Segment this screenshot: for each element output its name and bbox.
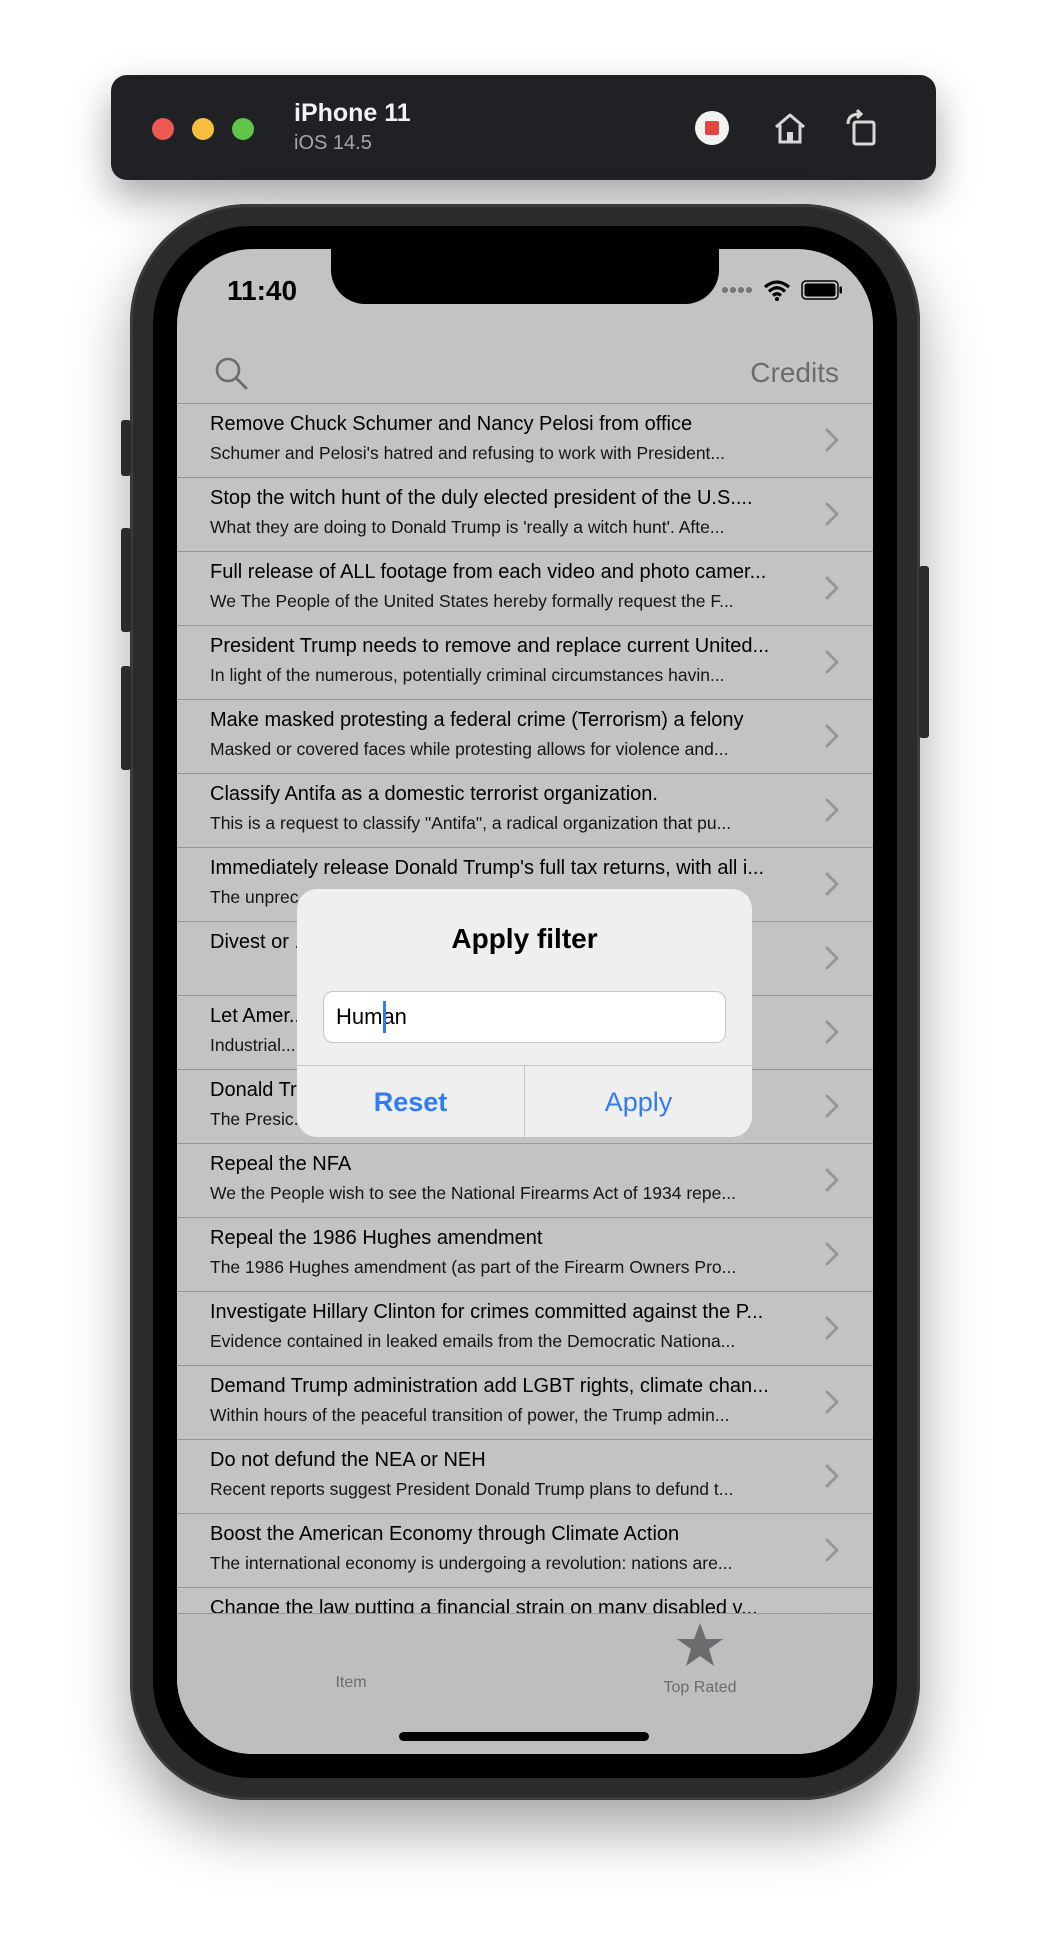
device-screen: 11:40 Credits Remove Chuck Schumer and N… (177, 249, 873, 1754)
apply-filter-alert: Apply filter Reset Apply (297, 889, 752, 1137)
volume-up-button (121, 528, 131, 632)
zoom-window-button[interactable] (232, 118, 254, 140)
alert-actions: Reset Apply (297, 1065, 752, 1137)
os-version: iOS 14.5 (294, 132, 372, 154)
mute-switch (121, 420, 131, 476)
close-window-button[interactable] (152, 118, 174, 140)
record-icon[interactable] (692, 108, 732, 148)
reset-button[interactable]: Reset (297, 1066, 525, 1137)
text-caret (383, 1001, 386, 1033)
simulator-toolbar: iPhone 11 iOS 14.5 (111, 75, 936, 180)
apply-button[interactable]: Apply (525, 1066, 752, 1137)
power-button (919, 566, 929, 738)
home-icon[interactable] (770, 108, 810, 148)
rotate-icon[interactable] (842, 108, 882, 148)
alert-title: Apply filter (451, 923, 598, 954)
minimize-window-button[interactable] (192, 118, 214, 140)
volume-down-button (121, 666, 131, 770)
device-name: iPhone 11 (294, 99, 411, 127)
